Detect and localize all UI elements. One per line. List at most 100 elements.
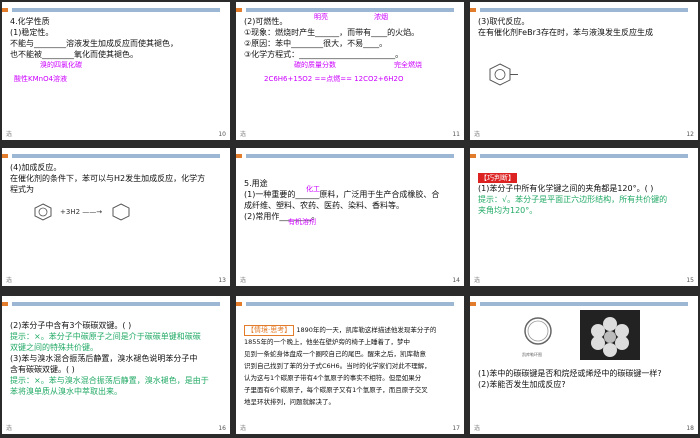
slide-line: 认为这与1个碳原子带有4个氢原子的事实不相符。但是如果分 <box>244 374 422 382</box>
slide-line: 程式为 <box>10 185 34 194</box>
slide-11[interactable]: (2)可燃性。 ①现象：燃烧时产生______，而带有____的火焰。 ②原因：… <box>236 2 464 140</box>
tag-label: 【情境·思考】 <box>244 325 295 336</box>
slide-15[interactable]: 【巧判断】 (1)苯分子中所有化学键之间的夹角都是120°。( ) 提示：√。苯… <box>470 148 698 286</box>
slide-accent <box>470 8 476 12</box>
slide-line: (1)稳定性。 <box>10 28 54 37</box>
slide-content: 4.化学性质 (1)稳定性。 不能与________溶液发生加成反应而使其褪色，… <box>10 16 222 83</box>
slide-number: 11 <box>452 131 460 138</box>
slide-top-bar <box>480 302 688 306</box>
hint-line: 提示：×。苯分子中碳原子之间是介于碳碳单键和碳碳 <box>10 332 201 341</box>
slide-content: 【情境·思考】 1890年的一天，凯库勒这样描述他发现苯分子的 1855年的一个… <box>244 324 456 408</box>
answer-text: 有机溶剂 <box>288 218 316 226</box>
slide-line: 【情境·思考】 1890年的一天，凯库勒这样描述他发现苯分子的 <box>244 324 456 336</box>
slide-line: 不能与________溶液发生加成反应而使其褪色， <box>10 39 178 48</box>
slide-18[interactable]: 凯库勒环图 (1)苯中的碳碳键是否和烷烃或烯烃中的碳碳键一样? (2)苯能否发生… <box>470 296 698 434</box>
slide-accent <box>2 8 8 12</box>
hint-line: 夹角均为120°。 <box>478 206 538 215</box>
slide-14[interactable]: 5.用途 (1)一种重要的______原料，广泛用于生产合成橡胶、合 成纤维、塑… <box>236 148 464 286</box>
slide-line: 成纤维、塑料、农药、医药、染料、香料等。 <box>244 201 404 210</box>
slide-top-bar <box>12 8 220 12</box>
slide-line: ②原因：苯中________很大，不易____。 <box>244 39 388 48</box>
slide-accent <box>236 302 242 306</box>
slide-line: 5.用途 <box>244 179 268 188</box>
slide-line: (3)取代反应。 <box>478 17 530 26</box>
slide-line: (2)常用作________。 <box>244 212 320 221</box>
slide-top-bar <box>480 154 688 158</box>
slide-corner-mark: 选 <box>6 425 13 432</box>
slide-number: 12 <box>686 131 694 138</box>
slide-content: (2)苯分子中含有3个碳碳双键。( ) 提示：×。苯分子中碳原子之间是介于碳碳单… <box>10 320 222 397</box>
section-tag: 【巧判断】 <box>478 172 690 183</box>
slide-line: 也不能被________氧化而使其褪色。 <box>10 50 138 59</box>
equation-text: 2C6H6+15O2 ==点燃== 12CO2+6H2O <box>264 75 404 83</box>
slide-line: (1)苯分子中所有化学键之间的夹角都是120°。( ) <box>478 184 654 193</box>
slide-line: 子里面有6个碳原子，每个碳原子又有1个氢原子，而且原子交叉 <box>244 386 428 394</box>
slide-line: (1)一种重要的______原料，广泛用于生产合成橡胶、合 <box>244 190 440 199</box>
answer-text: 明亮 <box>314 13 328 21</box>
slide-top-bar <box>12 154 220 158</box>
hint-line: 提示：√。苯分子是平面正六边形结构，所有共价键的 <box>478 195 668 204</box>
slide-top-bar <box>246 154 454 158</box>
slide-line: 在催化剂的条件下，苯可以与H2发生加成反应，化学方 <box>10 174 206 183</box>
slide-accent <box>236 8 242 12</box>
slide-line: (1)苯中的碳碳键是否和烷烃或烯烃中的碳碳键一样? <box>478 369 662 378</box>
slide-accent <box>470 154 476 158</box>
slide-content: 5.用途 (1)一种重要的______原料，广泛用于生产合成橡胶、合 成纤维、塑… <box>244 178 456 226</box>
slide-16[interactable]: (2)苯分子中含有3个碳碳双键。( ) 提示：×。苯分子中碳原子之间是介于碳碳单… <box>2 296 230 434</box>
slide-top-bar <box>246 302 454 306</box>
hint-line: 提示：×。苯与溴水混合振荡后静置，溴水褪色，是由于 <box>10 376 209 385</box>
slide-number: 14 <box>452 277 460 284</box>
answer-text: 浓烟 <box>374 13 388 21</box>
bromobenzene-structure-icon <box>489 63 518 86</box>
slide-line: ①现象：燃烧时产生______，而带有____的火焰。 <box>244 28 420 37</box>
reaction-arrow-text: +3H2 ——→ <box>60 208 103 216</box>
slide-10[interactable]: 4.化学性质 (1)稳定性。 不能与________溶液发生加成反应而使其褪色，… <box>2 2 230 140</box>
slide-line: 4.化学性质 <box>10 17 50 26</box>
slide-line: 地呈环状排列，问题就解决了。 <box>244 398 335 406</box>
slide-line: 识到自己找到了苯的分子式C6H6。当时的化学家们对此不理解， <box>244 362 431 370</box>
slide-number: 17 <box>452 425 460 432</box>
slide-line: 含有碳碳双键。( ) <box>10 365 75 374</box>
slide-corner-mark: 选 <box>474 277 481 284</box>
slide-17[interactable]: 【情境·思考】 1890年的一天，凯库勒这样描述他发现苯分子的 1855年的一个… <box>236 296 464 434</box>
cyclohexane-structure-icon <box>112 203 130 221</box>
slide-corner-mark: 选 <box>6 277 13 284</box>
slide-line: 见到一条蛇身体盘成一个圈咬自己的尾巴。醒来之后，凯库勒意 <box>244 350 426 358</box>
slide-number: 18 <box>686 425 694 432</box>
slide-top-bar <box>12 302 220 306</box>
slide-content: (1)苯中的碳碳键是否和烷烃或烯烃中的碳碳键一样? (2)苯能否发生加成反应? <box>478 368 690 390</box>
slide-content: 【巧判断】 (1)苯分子中所有化学键之间的夹角都是120°。( ) 提示：√。苯… <box>478 172 690 216</box>
slide-line: ③化学方程式：________________________。 <box>244 50 404 59</box>
slide-12[interactable]: (3)取代反应。 在有催化剂FeBr3存在时，苯与液溴发生反应生成 选 12 <box>470 2 698 140</box>
hint-line: 双键之间的特殊共价键。 <box>10 343 98 352</box>
slide-content: (2)可燃性。 ①现象：燃烧时产生______，而带有____的火焰。 ②原因：… <box>244 13 456 83</box>
slide-13[interactable]: (4)加成反应。 在催化剂的条件下，苯可以与H2发生加成反应，化学方 程式为 +… <box>2 148 230 286</box>
answer-text: 完全燃烧 <box>394 61 422 69</box>
slide-line: 1855年的一个晚上，他坐在壁炉旁的椅子上睡着了，梦中 <box>244 338 411 346</box>
benzene-structure-icon <box>34 203 52 221</box>
snake-ring-icon <box>524 317 552 345</box>
figure-caption: 凯库勒环图 <box>522 352 542 357</box>
slide-number: 10 <box>218 131 226 138</box>
slide-accent <box>2 154 8 158</box>
tag-label: 【巧判断】 <box>478 173 517 183</box>
slide-top-bar <box>246 8 454 12</box>
answer-text: 化工 <box>306 185 320 193</box>
answer-text: 碳的质量分数 <box>294 61 336 69</box>
slide-corner-mark: 选 <box>474 425 481 432</box>
slide-content: (4)加成反应。 在催化剂的条件下，苯可以与H2发生加成反应，化学方 程式为 <box>10 162 222 195</box>
slide-number: 13 <box>218 277 226 284</box>
answer-text: 溴的四氯化碳 <box>40 61 82 69</box>
slide-line: (2)苯能否发生加成反应? <box>478 380 566 389</box>
slide-top-bar <box>480 8 688 12</box>
slide-content: (3)取代反应。 在有催化剂FeBr3存在时，苯与液溴发生反应生成 <box>478 16 690 38</box>
slide-line: (2)可燃性。 <box>244 17 288 26</box>
slide-accent <box>2 302 8 306</box>
slide-corner-mark: 选 <box>240 131 247 138</box>
slide-line-text: 1890年的一天，凯库勒这样描述他发现苯分子的 <box>296 326 437 334</box>
slide-line: 在有催化剂FeBr3存在时，苯与液溴发生反应生成 <box>478 28 653 37</box>
slide-line: (4)加成反应。 <box>10 163 62 172</box>
slide-corner-mark: 选 <box>6 131 13 138</box>
slide-number: 15 <box>686 277 694 284</box>
slide-corner-mark: 选 <box>474 131 481 138</box>
